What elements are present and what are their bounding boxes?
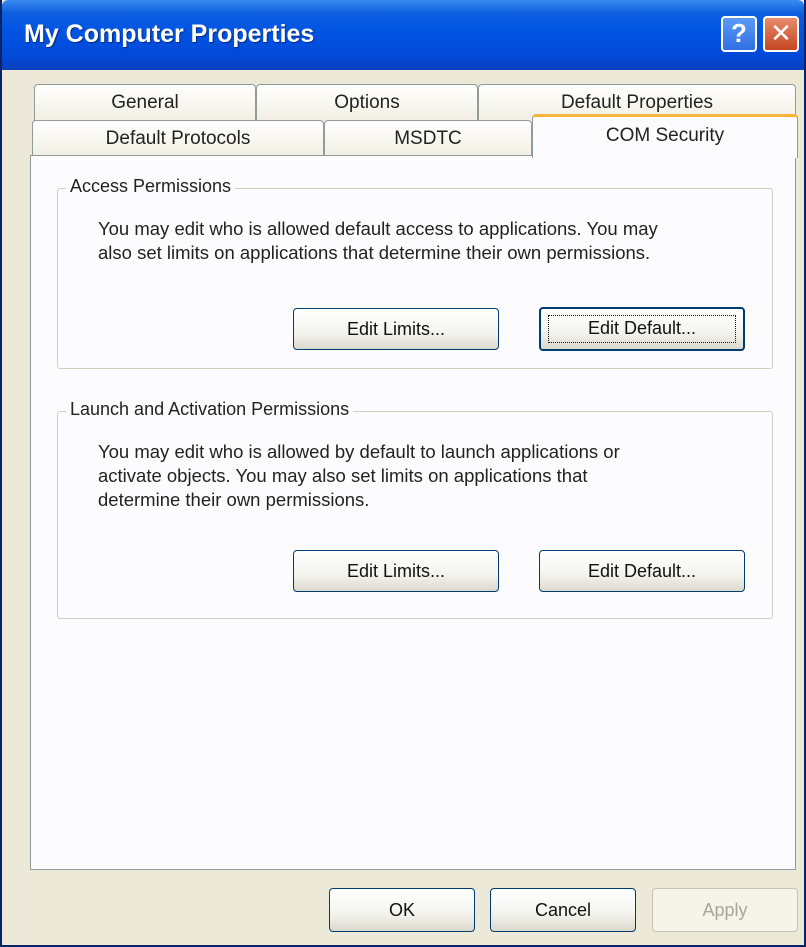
button-label: Edit Default... bbox=[587, 561, 697, 581]
description-line: You may edit who is allowed by default t… bbox=[98, 441, 620, 462]
description-line: activate objects. You may also set limit… bbox=[98, 465, 588, 486]
apply-button[interactable]: Apply bbox=[652, 888, 798, 932]
description-line: also set limits on applications that det… bbox=[98, 242, 651, 263]
tab-label: Default Properties bbox=[560, 92, 714, 113]
access-permissions-group: Access Permissions You may edit who is a… bbox=[57, 176, 773, 369]
description-line: determine their own permissions. bbox=[98, 489, 370, 510]
close-button[interactable]: ✕ bbox=[763, 16, 799, 52]
tab-general[interactable]: General bbox=[34, 84, 256, 122]
tab-label: MSDTC bbox=[394, 128, 462, 149]
launch-description: You may edit who is allowed by default t… bbox=[98, 440, 620, 512]
tab-label: Default Protocols bbox=[105, 128, 251, 149]
tab-panel-com-security: Access Permissions You may edit who is a… bbox=[30, 155, 796, 870]
description-line: You may edit who is allowed default acce… bbox=[98, 218, 658, 239]
launch-edit-default-button[interactable]: Edit Default... bbox=[539, 550, 745, 592]
tab-label: Options bbox=[334, 92, 400, 113]
close-icon: ✕ bbox=[770, 18, 792, 48]
cancel-button[interactable]: Cancel bbox=[490, 888, 636, 932]
button-label: Cancel bbox=[534, 900, 592, 920]
group-title: Launch and Activation Permissions bbox=[66, 399, 354, 420]
button-label: Edit Default... bbox=[587, 318, 697, 338]
launch-edit-limits-button[interactable]: Edit Limits... bbox=[293, 550, 499, 592]
focus-rect: Edit Default... bbox=[548, 315, 736, 343]
access-edit-default-button[interactable]: Edit Default... bbox=[539, 307, 745, 351]
tab-label: COM Security bbox=[605, 125, 725, 146]
help-icon: ? bbox=[731, 18, 747, 48]
tab-label: General bbox=[111, 92, 179, 113]
access-description: You may edit who is allowed default acce… bbox=[98, 217, 658, 265]
tab-options[interactable]: Options bbox=[256, 84, 478, 122]
tab-msdtc[interactable]: MSDTC bbox=[324, 120, 532, 156]
button-label: Edit Limits... bbox=[346, 561, 446, 581]
access-edit-limits-button[interactable]: Edit Limits... bbox=[293, 308, 499, 350]
help-button[interactable]: ? bbox=[721, 16, 757, 52]
launch-permissions-group: Launch and Activation Permissions You ma… bbox=[57, 399, 773, 619]
group-title: Access Permissions bbox=[66, 176, 236, 197]
button-label: Edit Limits... bbox=[346, 319, 446, 339]
button-label: OK bbox=[388, 900, 415, 920]
window-title: My Computer Properties bbox=[24, 20, 315, 48]
ok-button[interactable]: OK bbox=[329, 888, 475, 932]
button-label: Apply bbox=[702, 900, 748, 920]
tab-com-security[interactable]: COM Security bbox=[532, 114, 798, 158]
tab-default-protocols[interactable]: Default Protocols bbox=[32, 120, 324, 156]
properties-dialog: My Computer Properties ? ✕ General Optio… bbox=[0, 0, 806, 947]
title-bar[interactable]: My Computer Properties ? ✕ bbox=[2, 0, 804, 70]
